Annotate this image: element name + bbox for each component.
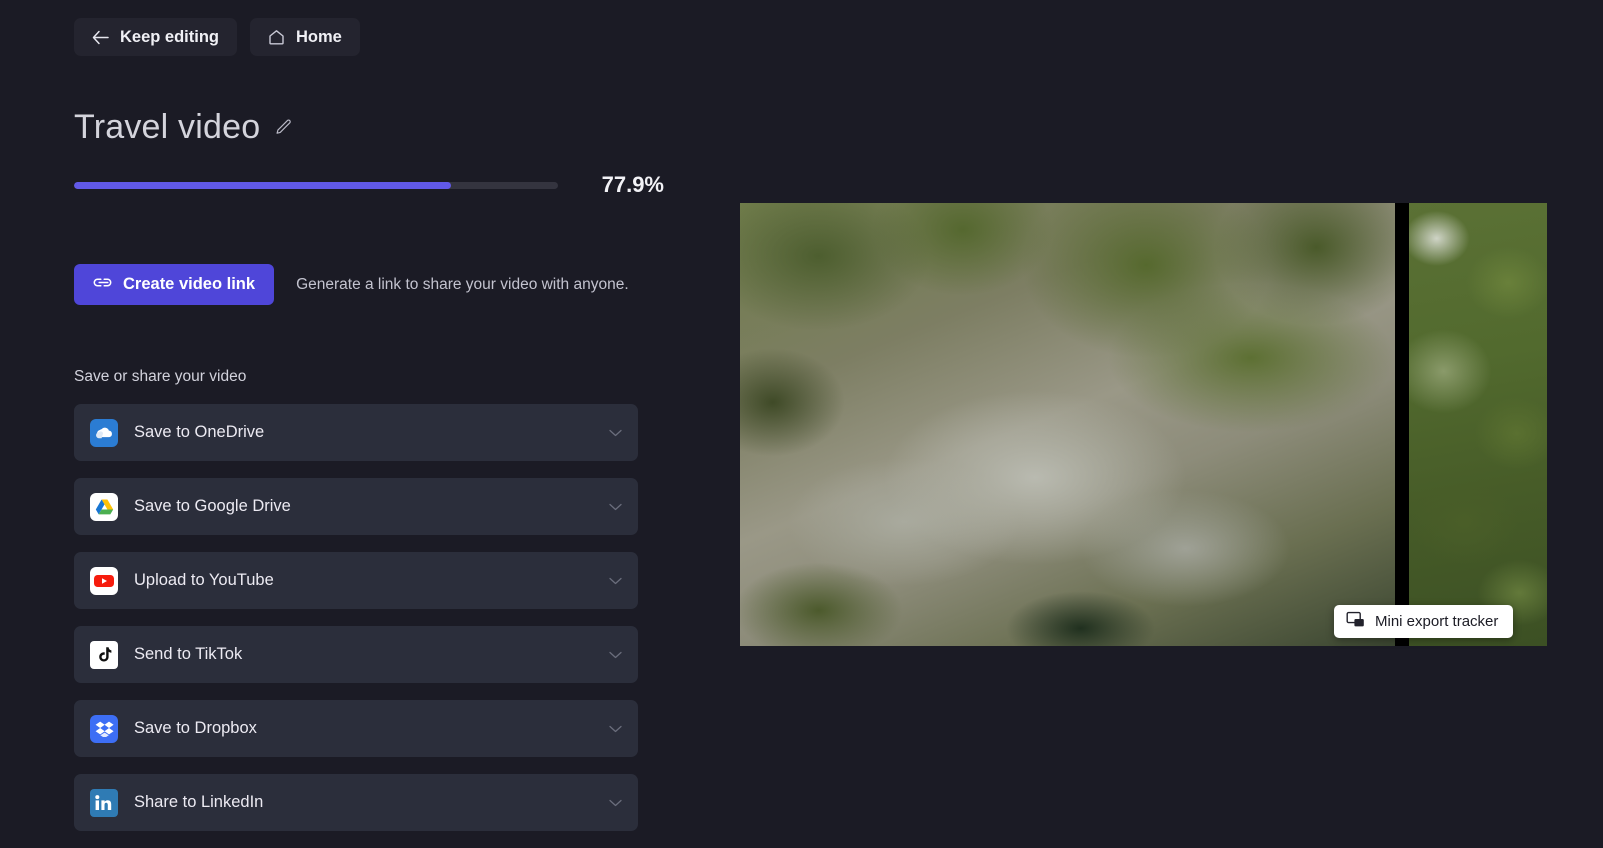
pencil-icon[interactable]: [274, 118, 293, 142]
mini-export-tracker-label: Mini export tracker: [1375, 613, 1499, 630]
chevron-down-icon[interactable]: [609, 794, 622, 812]
page-title: Travel video: [74, 108, 261, 146]
chevron-down-icon[interactable]: [609, 498, 622, 516]
create-video-link-label: Create video link: [123, 275, 256, 293]
export-progress: 77.9%: [74, 172, 664, 198]
project-title-row: Travel video: [74, 108, 293, 147]
video-preview[interactable]: [740, 203, 1547, 646]
share-row-google-drive[interactable]: Save to Google Drive: [74, 478, 638, 535]
create-link-description: Generate a link to share your video with…: [296, 275, 629, 293]
tiktok-icon: [90, 640, 118, 669]
share-row-youtube[interactable]: Upload to YouTube: [74, 552, 638, 609]
onedrive-icon: [90, 418, 118, 447]
chevron-down-icon[interactable]: [609, 572, 622, 590]
chevron-down-icon[interactable]: [609, 646, 622, 664]
picture-in-picture-icon: [1346, 611, 1365, 633]
share-section-label: Save or share your video: [74, 368, 247, 385]
video-preview-divider: [1395, 203, 1409, 646]
chevron-down-icon[interactable]: [609, 424, 622, 442]
progress-percent-label: 77.9%: [601, 172, 664, 197]
youtube-icon: [90, 566, 118, 595]
link-icon: [93, 275, 112, 294]
share-row-label: Save to Dropbox: [134, 719, 257, 737]
share-row-label: Upload to YouTube: [134, 571, 274, 589]
share-destination-list: Save to OneDrive Save to Google Drive Up…: [74, 404, 638, 848]
share-row-onedrive[interactable]: Save to OneDrive: [74, 404, 638, 461]
share-row-linkedin[interactable]: Share to LinkedIn: [74, 774, 638, 831]
share-row-label: Send to TikTok: [134, 645, 243, 663]
share-row-label: Save to Google Drive: [134, 497, 291, 515]
googledrive-icon: [90, 492, 118, 521]
mini-export-tracker-button[interactable]: Mini export tracker: [1334, 605, 1514, 638]
share-row-label: Share to LinkedIn: [134, 793, 264, 811]
export-panel: Travel video 77.9% Create video link Gen…: [0, 0, 700, 841]
dropbox-icon: [90, 714, 118, 743]
create-link-row: Create video link Generate a link to sha…: [74, 264, 629, 305]
share-row-dropbox[interactable]: Save to Dropbox: [74, 700, 638, 757]
video-preview-segment-left: [740, 203, 1395, 646]
share-row-label: Save to OneDrive: [134, 423, 265, 441]
progress-track: [74, 181, 558, 189]
progress-fill: [74, 181, 451, 189]
share-row-tiktok[interactable]: Send to TikTok: [74, 626, 638, 683]
video-preview-segment-right: [1409, 203, 1547, 646]
create-video-link-button[interactable]: Create video link: [74, 264, 275, 305]
linkedin-icon: [90, 788, 118, 817]
chevron-down-icon[interactable]: [609, 720, 622, 738]
